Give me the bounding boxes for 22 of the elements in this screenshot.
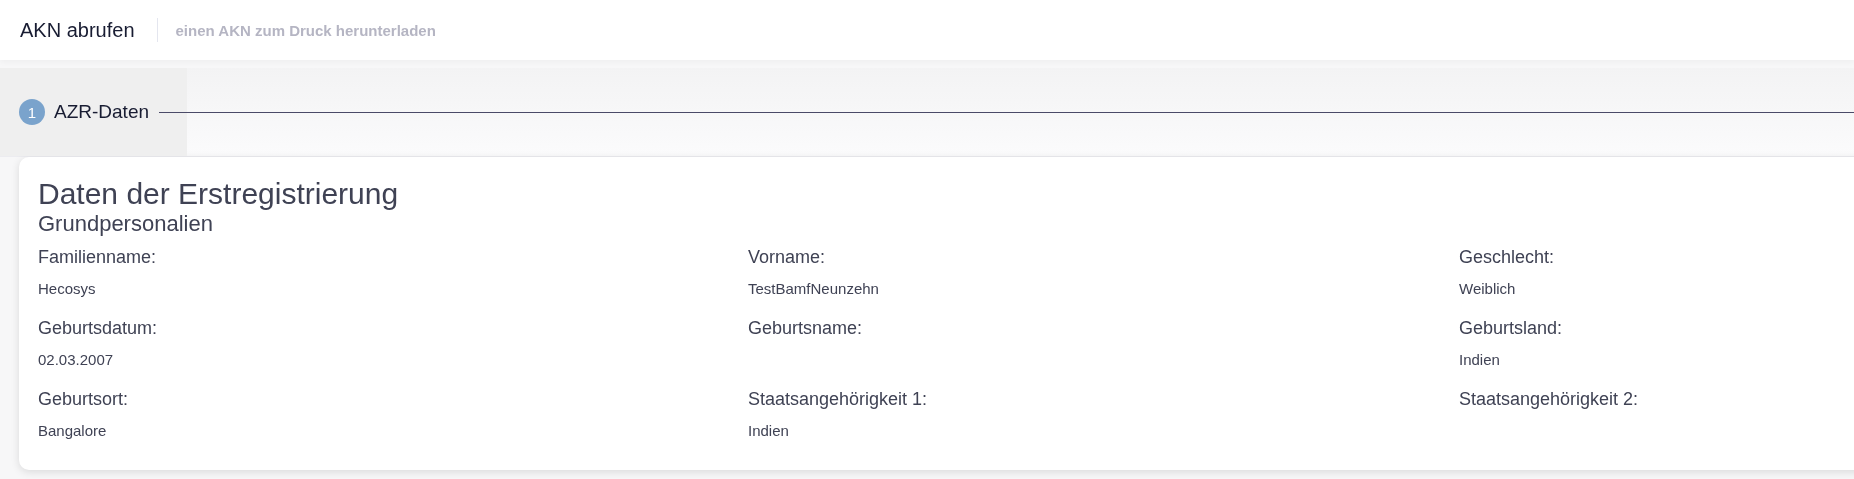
page-title: AKN abrufen xyxy=(20,18,135,42)
field-label: Familienname: xyxy=(38,246,157,269)
field-value: Hecosys xyxy=(38,279,96,299)
field-value: Weiblich xyxy=(1459,279,1516,299)
field-value: Bangalore xyxy=(38,421,107,441)
field-value: Indien xyxy=(1459,350,1500,370)
field-value: TestBamfNeunzehn xyxy=(748,279,879,299)
field-label: Vorname: xyxy=(748,246,826,269)
field-label: Geburtsdatum: xyxy=(38,317,158,340)
field-label: Geburtsland: xyxy=(1459,317,1563,340)
field-label: Staatsangehörigkeit 1: xyxy=(748,388,928,411)
field-label: Geburtsort: xyxy=(38,388,129,411)
card-title: Daten der Erstregistrierung xyxy=(38,177,400,211)
field-value: Indien xyxy=(748,421,789,441)
field-label: Geburtsname: xyxy=(748,317,863,340)
section-title: Grundpersonalien xyxy=(38,211,214,237)
field-label: Geschlecht: xyxy=(1459,246,1555,269)
step-number: 1 xyxy=(19,99,45,125)
field-value: 02.03.2007 xyxy=(38,350,114,370)
page-subtitle: einen AKN zum Druck herunterladen xyxy=(175,21,436,39)
field-label: Staatsangehörigkeit 2: xyxy=(1459,388,1639,411)
step-tab[interactable]: 1 AZR-Daten xyxy=(0,68,187,156)
